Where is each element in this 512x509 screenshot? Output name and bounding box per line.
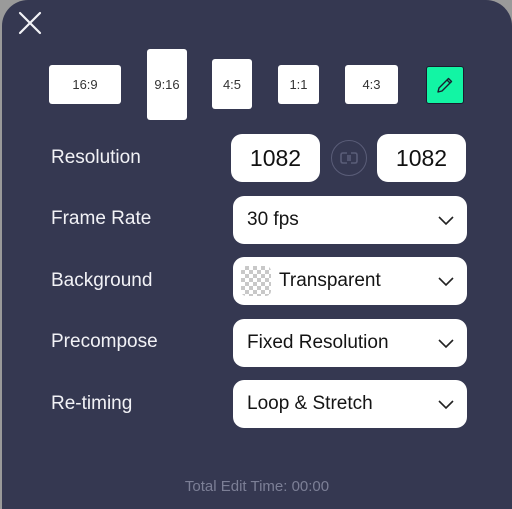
resolution-label: Resolution xyxy=(51,147,141,168)
frame-rate-value: 30 fps xyxy=(247,209,299,230)
aspect-ratio-1-1[interactable]: 1:1 xyxy=(278,65,319,104)
chevron-down-icon xyxy=(438,277,454,287)
frame-rate-label: Frame Rate xyxy=(51,208,152,229)
precompose-value: Fixed Resolution xyxy=(247,332,389,353)
pencil-icon xyxy=(437,77,453,93)
retiming-label: Re-timing xyxy=(51,393,133,414)
link-dimensions-toggle[interactable] xyxy=(331,140,367,176)
close-button[interactable] xyxy=(18,11,42,35)
total-edit-time: Total Edit Time: 00:00 xyxy=(184,478,330,495)
background-value: Transparent xyxy=(279,270,381,291)
retiming-value: Loop & Stretch xyxy=(247,393,373,414)
chevron-down-icon xyxy=(438,339,454,349)
aspect-ratio-4-5[interactable]: 4:5 xyxy=(212,59,252,109)
background-dropdown[interactable]: Transparent xyxy=(233,257,467,305)
transparent-swatch-icon xyxy=(241,266,271,296)
export-settings-panel: 16:9 9:16 4:5 1:1 4:3 Resolution 1082 10… xyxy=(2,0,512,509)
aspect-ratio-4-3[interactable]: 4:3 xyxy=(345,65,398,104)
close-icon xyxy=(18,11,42,35)
resolution-width-input[interactable]: 1082 xyxy=(231,134,320,182)
link-icon xyxy=(340,152,358,164)
aspect-ratio-16-9[interactable]: 16:9 xyxy=(49,65,121,104)
retiming-dropdown[interactable]: Loop & Stretch xyxy=(233,380,467,428)
chevron-down-icon xyxy=(438,400,454,410)
custom-ratio-button[interactable] xyxy=(426,66,464,104)
aspect-ratio-9-16[interactable]: 9:16 xyxy=(147,49,187,120)
resolution-height-input[interactable]: 1082 xyxy=(377,134,466,182)
background-label: Background xyxy=(51,270,153,291)
precompose-dropdown[interactable]: Fixed Resolution xyxy=(233,319,467,367)
precompose-label: Precompose xyxy=(51,331,158,352)
chevron-down-icon xyxy=(438,216,454,226)
frame-rate-dropdown[interactable]: 30 fps xyxy=(233,196,467,244)
